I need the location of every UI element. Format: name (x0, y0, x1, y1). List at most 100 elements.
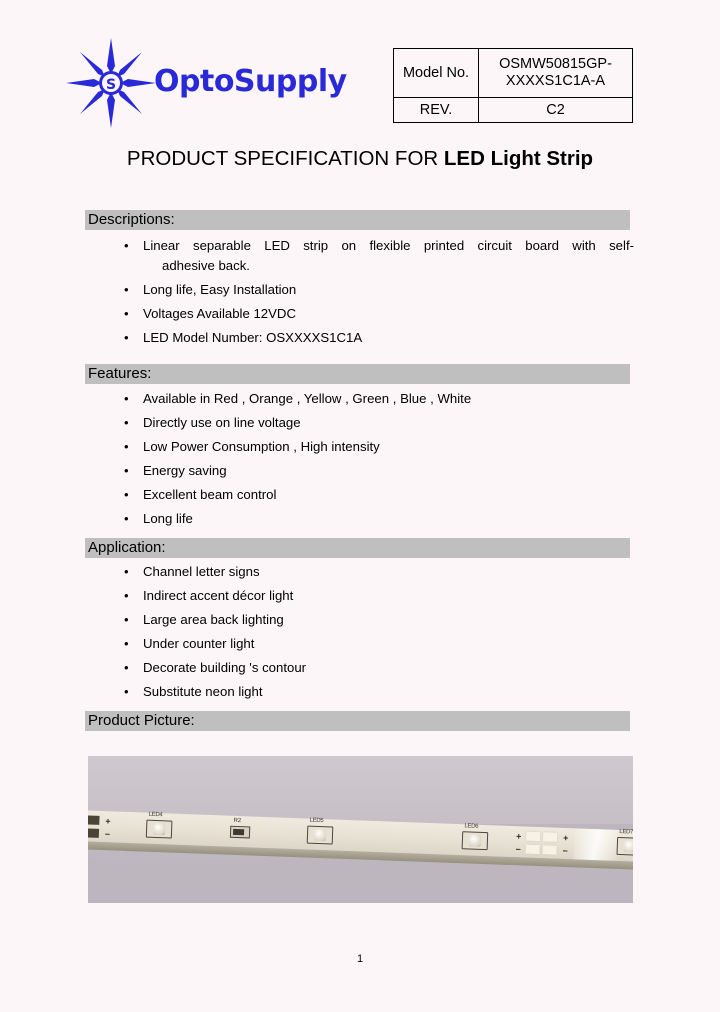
led-silkscreen-label: LED7 (619, 828, 633, 836)
led-silkscreen-label: LED5 (309, 817, 324, 825)
company-logo: S OptoSupply (66, 38, 386, 128)
company-name: OptoSupply (154, 64, 347, 99)
section-heading-product-picture: Product Picture: (85, 711, 630, 731)
features-list: • Available in Red , Orange , Yellow , G… (122, 389, 634, 533)
list-item-text: Large area back lighting (143, 612, 284, 628)
page-title-bold: LED Light Strip (443, 147, 594, 170)
bullet-icon: • (124, 305, 129, 321)
bullet-icon: • (124, 660, 129, 676)
list-item: • Voltages Available 12VDC (122, 304, 634, 324)
rev-value: C2 (478, 97, 633, 123)
strip-highlight (573, 828, 619, 861)
bullet-icon: • (124, 684, 129, 700)
list-item: • Long life (122, 509, 634, 529)
list-item-text: Directly use on line voltage (143, 415, 301, 431)
bullet-icon: • (124, 281, 129, 297)
polarity-minus-label: − (515, 844, 522, 855)
led-component: LED7 (616, 829, 633, 856)
bullet-icon: • (124, 238, 129, 253)
page-number: 1 (356, 953, 364, 965)
section-heading-features: Features: (85, 364, 630, 384)
bullet-icon: • (124, 588, 129, 604)
polarity-minus-label: − (562, 845, 569, 857)
bullet-icon: • (124, 612, 129, 628)
solder-pad-group: + − + − (515, 831, 568, 856)
led-silkscreen-label: LED4 (148, 811, 163, 819)
list-item: • Decorate building 's contour (122, 658, 634, 678)
list-item-text: LED Model Number: OSXXXXS1C1A (143, 329, 363, 345)
bullet-icon: • (124, 487, 129, 503)
solder-pad (542, 832, 558, 842)
bullet-icon: • (124, 463, 129, 479)
list-item-text: Excellent beam control (143, 487, 277, 503)
descriptions-list: • Linear separable LED strip on flexible… (122, 236, 634, 352)
list-item-text: Linear separable LED strip on flexible p… (143, 236, 634, 275)
logo-letter: S (106, 77, 116, 93)
list-item: • Long life, Easy Installation (122, 280, 634, 300)
list-item: • Excellent beam control (122, 485, 634, 505)
list-item: • Low Power Consumption , High intensity (122, 437, 634, 457)
model-no-value: OSMW50815GP- XXXXS1C1A-A (478, 48, 633, 98)
list-item-text: Low Power Consumption , High intensity (143, 439, 380, 455)
solder-pad (88, 815, 100, 825)
table-row-model: Model No. OSMW50815GP- XXXXS1C1A-A (393, 48, 633, 98)
starburst-logo-icon: S (66, 38, 156, 128)
section-heading-descriptions: Descriptions: (85, 210, 630, 230)
list-item: • Under counter light (122, 634, 634, 654)
list-item: • Channel letter signs (122, 562, 634, 582)
list-item: • Substitute neon light (122, 682, 634, 702)
list-item: • Energy saving (122, 461, 634, 481)
list-item-text: Indirect accent décor light (143, 588, 294, 604)
led-component: LED6 (461, 823, 489, 851)
bullet-icon: • (124, 511, 129, 527)
model-info-table: Model No. OSMW50815GP- XXXXS1C1A-A REV. … (393, 48, 633, 123)
led-component: LED5 (306, 818, 334, 845)
bullet-icon: • (124, 564, 129, 579)
list-item-text: Channel letter signs (143, 564, 260, 579)
page-header: S OptoSupply Model No. OSMW50815GP- XXXX… (0, 30, 720, 140)
section-heading-application: Application: (85, 538, 630, 558)
list-item-text: Decorate building 's contour (143, 660, 307, 676)
polarity-plus-label: + (515, 831, 522, 842)
list-item: • Directly use on line voltage (122, 413, 634, 433)
polarity-plus-label: + (105, 816, 111, 827)
list-item-text: Substitute neon light (143, 684, 263, 700)
model-no-label: Model No. (393, 48, 479, 98)
application-list: • Channel letter signs • Indirect accent… (122, 562, 634, 706)
list-item-text: Energy saving (143, 463, 227, 479)
solder-pad (525, 844, 540, 855)
polarity-minus-label: − (104, 829, 111, 840)
bullet-icon: • (124, 636, 129, 652)
list-item-text: Long life (143, 511, 193, 527)
solder-pad-group: + − (88, 815, 111, 839)
list-item: • Linear separable LED strip on flexible… (122, 236, 634, 275)
polarity-plus-label: + (562, 832, 569, 844)
model-no-value-line2: XXXXS1C1A-A (505, 73, 606, 89)
page-title-regular: PRODUCT SPECIFICATION FOR (126, 147, 444, 170)
list-item-text: Available in Red , Orange , Yellow , Gre… (143, 391, 472, 406)
rev-label: REV. (393, 97, 479, 123)
list-item-text-line1: Linear separable LED strip on flexible p… (143, 238, 634, 253)
list-item-text: Voltages Available 12VDC (143, 305, 296, 321)
list-item-text: Long life, Easy Installation (143, 281, 297, 297)
product-photo: + − LED4 R2 LED5 LED6 + − + − LED7 (88, 756, 633, 903)
page-title: PRODUCT SPECIFICATION FOR LED Light Stri… (0, 147, 720, 171)
bullet-icon: • (124, 415, 129, 431)
solder-pad (525, 831, 541, 842)
list-item: • Indirect accent décor light (122, 586, 634, 606)
table-row-rev: REV. C2 (393, 97, 633, 123)
solder-pad (88, 828, 100, 838)
resistor-component: R2 (229, 818, 251, 839)
bullet-icon: • (124, 329, 129, 345)
led-component: LED4 (145, 812, 173, 839)
list-item-text-line2: adhesive back. (162, 257, 250, 273)
list-item: • Large area back lighting (122, 610, 634, 630)
bullet-icon: • (124, 391, 129, 406)
solder-pad (542, 845, 557, 855)
resistor-silkscreen-label: R2 (233, 817, 242, 825)
bullet-icon: • (124, 439, 129, 455)
list-item: • Available in Red , Orange , Yellow , G… (122, 389, 634, 409)
led-silkscreen-label: LED6 (464, 823, 479, 830)
list-item: • LED Model Number: OSXXXXS1C1A (122, 328, 634, 348)
model-no-value-line1: OSMW50815GP- (499, 55, 612, 72)
